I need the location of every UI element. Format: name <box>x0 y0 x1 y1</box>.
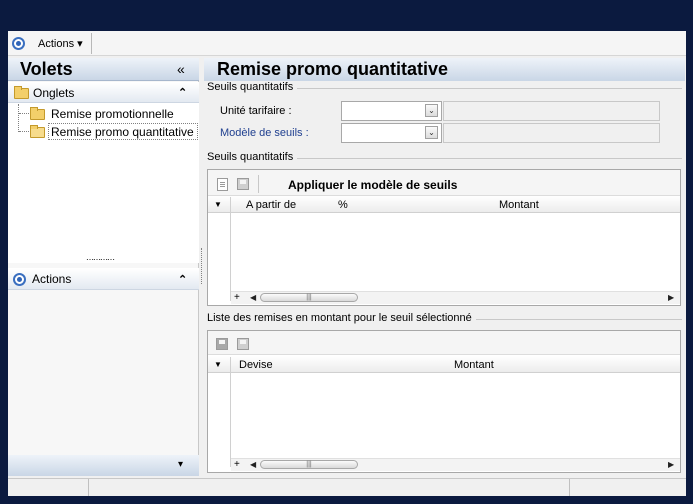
folder-icon <box>14 86 29 99</box>
status-cell <box>8 479 89 496</box>
column-header-percent[interactable]: % <box>338 199 348 211</box>
open-folder-icon <box>30 125 45 138</box>
actions-menu-button[interactable]: Actions ▾ <box>34 34 87 54</box>
unite-tarifaire-label: Unité tarifaire : <box>220 105 292 117</box>
seuils-grid-group-label: Seuils quantitatifs <box>207 151 298 164</box>
panel-splitter[interactable]: ⋯⋯⋯⋯ <box>86 256 115 264</box>
actions-radio-icon <box>13 273 26 286</box>
tree-connector <box>19 131 29 132</box>
actions-collapse-icon[interactable]: ⌃ <box>178 274 187 286</box>
status-cell <box>89 479 570 496</box>
actions-section-label: Actions <box>32 272 72 286</box>
column-header-montant[interactable]: Montant <box>454 359 494 371</box>
tree-connector <box>18 104 19 132</box>
page-title: Remise promo quantitative <box>217 59 449 79</box>
column-header-montant[interactable]: Montant <box>499 199 539 211</box>
collapse-panel-icon[interactable]: « <box>177 62 185 76</box>
scroll-left-icon[interactable]: ◀ <box>250 291 256 304</box>
apply-model-button[interactable]: Appliquer le modèle de seuils <box>288 178 457 192</box>
row-header-divider <box>230 357 231 467</box>
new-document-icon[interactable] <box>217 178 228 191</box>
seuils-group-label: Seuils quantitatifs <box>207 81 298 94</box>
scroll-right-icon[interactable]: ▶ <box>668 291 674 304</box>
modele-seuils-label[interactable]: Modèle de seuils : <box>220 127 309 140</box>
tree-connector <box>19 113 29 114</box>
tree-item-remise-promotionnelle[interactable]: Remise promotionnelle <box>51 107 174 121</box>
onglets-label: Onglets <box>33 86 75 100</box>
top-toolbar <box>8 31 686 56</box>
column-header-a-partir-de[interactable]: A partir de <box>246 199 296 211</box>
modele-description-field <box>443 123 660 143</box>
scroll-left-icon[interactable]: ◀ <box>250 458 256 471</box>
left-panel-footer <box>8 455 199 476</box>
add-row-button[interactable]: + <box>234 292 240 304</box>
scroll-thumb[interactable]: ||| <box>260 293 358 302</box>
folder-icon <box>30 107 45 120</box>
add-row-button[interactable]: + <box>234 459 240 471</box>
scroll-thumb[interactable]: ||| <box>260 460 358 469</box>
onglets-collapse-icon[interactable]: ⌃ <box>178 87 187 99</box>
app-radio-icon[interactable] <box>12 37 25 50</box>
toolbar-separator <box>258 175 259 193</box>
save-icon[interactable] <box>237 338 249 350</box>
column-menu-icon[interactable]: ▼ <box>214 199 222 210</box>
column-menu-icon[interactable]: ▼ <box>214 359 222 370</box>
modele-dropdown-icon[interactable]: ⌄ <box>425 126 438 139</box>
save-icon[interactable] <box>237 178 249 190</box>
remises-grid-header <box>208 356 680 373</box>
unite-description-field <box>443 101 660 121</box>
volets-title: Volets <box>20 59 73 79</box>
tree-item-remise-promo-quantitative[interactable]: Remise promo quantitative <box>51 125 194 139</box>
vertical-splitter[interactable] <box>201 248 202 284</box>
scroll-right-icon[interactable]: ▶ <box>668 458 674 471</box>
remises-group-label: Liste des remises en montant pour le seu… <box>207 312 476 325</box>
column-header-devise[interactable]: Devise <box>239 359 273 371</box>
row-header-divider <box>230 197 231 301</box>
toolbar-separator <box>91 33 92 54</box>
new-document-icon[interactable] <box>216 338 228 350</box>
remises-grid-toolbar <box>208 331 680 355</box>
unite-dropdown-icon[interactable]: ⌄ <box>425 104 438 117</box>
chevron-down-icon[interactable]: ▾ <box>178 459 183 471</box>
